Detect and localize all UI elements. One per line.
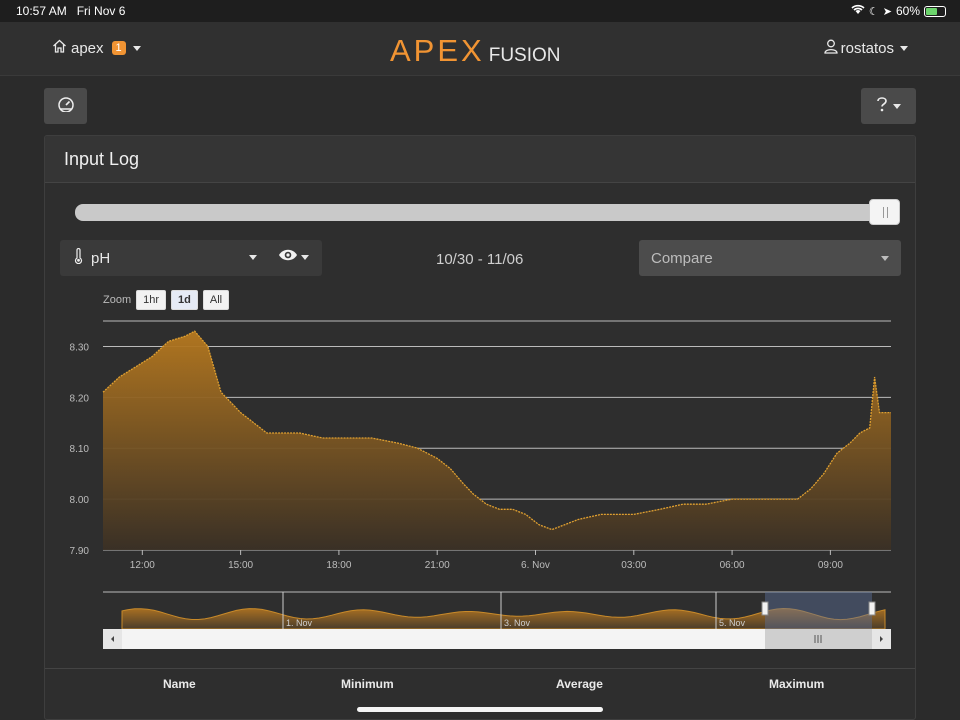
- apex-fusion-logo: APEX FUSION: [390, 33, 561, 69]
- y-tick-label: 8.10: [70, 444, 90, 455]
- x-tick-label: 12:00: [130, 560, 155, 571]
- visibility-toggle[interactable]: [278, 248, 309, 266]
- dashboard-gauge-icon: [57, 96, 75, 117]
- time-range-slider-handle[interactable]: [869, 199, 900, 225]
- navigator-selection: [765, 592, 872, 629]
- panel-title: Input Log: [45, 136, 915, 183]
- chevron-down-icon: [301, 254, 309, 260]
- navbar: apex 1 APEX FUSION rostatos: [0, 22, 960, 76]
- logo-apex: APEX: [390, 33, 485, 68]
- col-maximum: Maximum: [769, 677, 825, 691]
- chart-navigator[interactable]: 1. Nov 3. Nov 5. Nov: [103, 591, 891, 649]
- apex-label: apex: [71, 39, 104, 57]
- x-tick-label: 15:00: [228, 560, 253, 571]
- x-tick-label: 09:00: [818, 560, 843, 571]
- time-range-slider-track[interactable]: [75, 204, 899, 221]
- status-time: 10:57 AM Fri Nov 6: [16, 4, 126, 18]
- notification-badge: 1: [111, 41, 126, 55]
- col-name: Name: [163, 677, 196, 691]
- wifi-icon: [851, 4, 865, 18]
- eye-icon: [278, 248, 298, 266]
- navigator-date-label: 3. Nov: [504, 618, 531, 628]
- location-icon: ➤: [882, 5, 892, 18]
- thermometer-icon: [74, 247, 83, 268]
- chevron-down-icon: [132, 45, 141, 51]
- col-minimum: Minimum: [341, 677, 394, 691]
- navigator-handle: [868, 601, 876, 616]
- compare-select[interactable]: Compare: [639, 240, 901, 276]
- apex-menu[interactable]: apex 1: [52, 39, 141, 57]
- y-tick-label: 7.90: [70, 546, 90, 557]
- user-icon: [823, 39, 838, 58]
- zoom-label: Zoom: [103, 294, 132, 306]
- stats-table-header: Name Minimum Average Maximum: [45, 668, 915, 698]
- moon-icon: ☾: [868, 5, 879, 18]
- y-tick-label: 8.00: [70, 495, 90, 506]
- chevron-down-icon: [900, 46, 908, 51]
- probe-select-value: pH: [91, 249, 111, 267]
- y-tick-label: 8.30: [70, 342, 90, 353]
- status-right: ☾ ➤ 60%: [851, 4, 946, 18]
- battery-icon: [924, 5, 946, 17]
- battery-percent: 60%: [895, 4, 920, 18]
- x-tick-label: 03:00: [621, 560, 646, 571]
- input-log-panel: Input Log pH 10/30 - 11/06 Compare Zoom …: [44, 135, 916, 720]
- x-tick-label: 18:00: [326, 560, 351, 571]
- help-icon: [876, 96, 888, 117]
- status-bar: 10:57 AM Fri Nov 6 ☾ ➤ 60%: [0, 0, 960, 22]
- x-tick-label: 21:00: [425, 560, 450, 571]
- navigator-date-label: 5. Nov: [719, 618, 746, 628]
- battery-fill: [926, 7, 938, 15]
- chevron-down-icon: [893, 103, 901, 109]
- logo-fusion: FUSION: [488, 45, 561, 66]
- help-button[interactable]: [861, 88, 916, 124]
- x-tick-label: 06:00: [720, 560, 745, 571]
- x-tick-label: 6. Nov: [521, 560, 550, 571]
- chevron-down-icon: [249, 255, 257, 260]
- y-tick-label: 8.20: [70, 393, 90, 404]
- compare-placeholder: Compare: [651, 250, 713, 267]
- home-icon: [52, 39, 67, 57]
- user-menu[interactable]: rostatos: [823, 39, 908, 58]
- probe-select[interactable]: pH: [60, 240, 322, 276]
- navigator-date-label: 1. Nov: [286, 618, 313, 628]
- col-average: Average: [556, 677, 603, 691]
- chevron-down-icon: [881, 256, 889, 261]
- user-name: rostatos: [840, 40, 894, 57]
- ph-chart: 7.90 8.00 8.10 8.20 8.30 12:00 15:00 18:00 21:0…: [70, 320, 891, 649]
- home-indicator: [357, 707, 603, 712]
- navigator-handle: [761, 601, 769, 616]
- ph-series-area: [103, 331, 891, 550]
- date-range-label: 10/30 - 11/06: [436, 251, 524, 268]
- dashboard-button[interactable]: [44, 88, 87, 124]
